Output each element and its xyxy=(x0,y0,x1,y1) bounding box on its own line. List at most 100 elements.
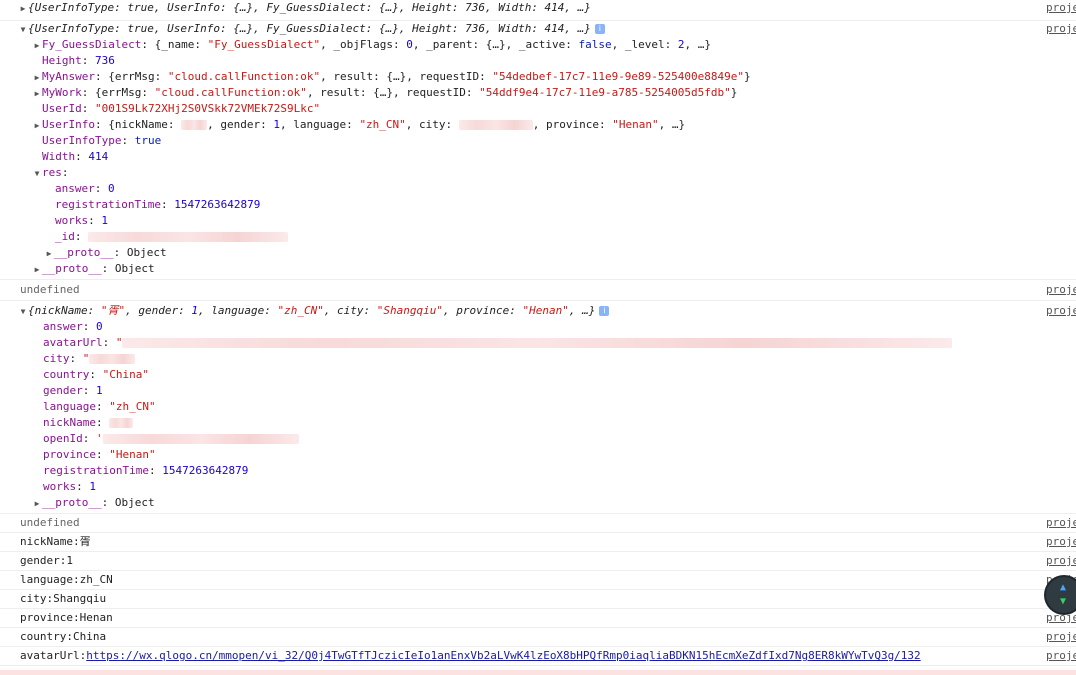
property-key: MyAnswer xyxy=(42,70,95,83)
object-summary-line[interactable]: ▼ {nickName: "胥", gender: 1, language: "z… xyxy=(0,303,1076,319)
string-value: "54ddf9e4-17c7-11e9-a785-5254005d5fdb" xyxy=(479,86,731,99)
property-key: answer xyxy=(55,182,95,195)
property-key: answer xyxy=(43,320,83,333)
string-value: "China" xyxy=(102,368,149,381)
property-userid: UserId: "001S9Lk72XHj2S0VSkk72VMEk72S9Lk… xyxy=(42,102,321,115)
expanded-triangle-icon[interactable]: ▼ xyxy=(18,22,28,38)
console-message: ▼ {UserInfoType: true, UserInfo: {…}, Fy_… xyxy=(0,21,1076,280)
property-res-answer: answer: 0 xyxy=(55,182,115,195)
property-userinfotype: UserInfoType: true xyxy=(42,134,162,147)
string-value: "cloud.callFunction:ok" xyxy=(154,86,307,99)
source-link[interactable]: proje xyxy=(1046,303,1076,319)
avatar-url-link[interactable]: https://wx.qlogo.cn/mmopen/vi_32/Q0j4TwG… xyxy=(86,649,920,662)
property-proto[interactable]: ▶ __proto__: Object xyxy=(0,261,1076,277)
property-key: UserInfoType xyxy=(42,134,122,147)
property-res-registrationtime: registrationTime: 1547263642879 xyxy=(55,198,261,211)
collapsed-triangle-icon[interactable]: ▶ xyxy=(18,1,28,17)
source-link[interactable]: proje xyxy=(1046,534,1076,550)
error-row-edge xyxy=(0,670,1076,675)
property-key: country xyxy=(43,368,90,381)
string-value: "001S9Lk72XHj2S0VSkk72VMEk72S9Lkc" xyxy=(95,102,321,115)
return-value-line: undefined proje xyxy=(0,280,1076,300)
property-key: Height xyxy=(42,54,82,67)
text-fragment: , …} xyxy=(568,304,596,317)
number-value: 1 xyxy=(273,118,280,131)
property-res-id: _id: xyxy=(0,229,1076,245)
info-icon[interactable]: i xyxy=(599,306,610,316)
undefined-text: undefined xyxy=(20,516,80,529)
text-fragment: , province: xyxy=(443,304,523,317)
expanded-triangle-icon[interactable]: ▼ xyxy=(32,166,42,182)
source-link[interactable]: proje xyxy=(1046,282,1076,298)
string-value: "zh_CN" xyxy=(277,304,324,317)
text-fragment: , result: {…}, requestID: xyxy=(306,86,480,99)
log-line: gender:1 proje xyxy=(0,552,1076,570)
console-message: ▼ {nickName: "胥", gender: 1, language: "z… xyxy=(0,303,1076,514)
number-value: 0 xyxy=(96,320,103,333)
console-panel: ▶ {UserInfoType: true, UserInfo: {…}, Fy_… xyxy=(0,0,1076,675)
property-myanswer[interactable]: ▶ MyAnswer: {errMsg: "cloud.callFunction:… xyxy=(0,69,1076,85)
expanded-triangle-icon[interactable]: ▼ xyxy=(18,304,28,320)
collapsed-triangle-icon[interactable]: ▶ xyxy=(32,496,42,512)
text-fragment: , city: xyxy=(323,304,377,317)
source-link[interactable]: proje xyxy=(1046,629,1076,645)
string-value: "54dedbef-17c7-11e9-9e89-525400e8849e" xyxy=(492,70,745,83)
collapsed-triangle-icon[interactable]: ▶ xyxy=(32,118,42,134)
object-summary-line[interactable]: ▼ {UserInfoType: true, UserInfo: {…}, Fy_… xyxy=(0,21,1076,37)
property-key: works xyxy=(43,480,77,493)
string-value: "Shangqiu" xyxy=(376,304,444,317)
console-message: avatarUrl:https://wx.qlogo.cn/mmopen/vi_… xyxy=(0,647,1076,666)
redacted-value xyxy=(88,232,289,242)
object-summary[interactable]: {UserInfoType: true, UserInfo: {…}, Fy_G… xyxy=(28,22,591,35)
redacted-value xyxy=(102,434,299,444)
property-key: __proto__ xyxy=(42,262,102,275)
log-line: nickName:胥 proje xyxy=(0,533,1076,551)
type-value: Object xyxy=(126,246,167,259)
property-res[interactable]: ▼ res: xyxy=(0,165,1076,181)
log-text: province:Henan xyxy=(20,611,113,624)
property-fy-guessdialect[interactable]: ▶ Fy_GuessDialect: {_name: "Fy_GuessDiale… xyxy=(0,37,1076,53)
collapsed-triangle-icon[interactable]: ▶ xyxy=(32,262,42,278)
number-value: 0 xyxy=(108,182,115,195)
source-link[interactable]: proje xyxy=(1046,515,1076,531)
source-link[interactable]: proje xyxy=(1046,21,1076,37)
string-value: ' xyxy=(96,432,103,445)
property-userinfo[interactable]: ▶ UserInfo: {nickName: , gender: 1, langu… xyxy=(0,117,1076,133)
source-link[interactable]: proje xyxy=(1046,553,1076,569)
string-value: "Fy_GuessDialect" xyxy=(207,38,321,51)
collapsed-triangle-icon[interactable]: ▶ xyxy=(32,70,42,86)
scroll-up-icon[interactable]: ▲ xyxy=(1060,582,1066,593)
object-summary[interactable]: {UserInfoType: true, UserInfo: {…}, Fy_G… xyxy=(28,1,591,14)
property-key: __proto__ xyxy=(42,496,102,509)
object-summary-line[interactable]: ▶ {UserInfoType: true, UserInfo: {…}, Fy_… xyxy=(0,0,1076,16)
source-link[interactable]: proje xyxy=(1046,0,1076,16)
text-fragment: {nickName: xyxy=(28,304,101,317)
scroll-arrows-icon[interactable]: ▲ ▼ xyxy=(1046,577,1076,613)
collapsed-triangle-icon[interactable]: ▶ xyxy=(32,86,42,102)
log-text: nickName:胥 xyxy=(20,535,91,548)
log-text: city:Shangqiu xyxy=(20,592,107,605)
property-key: MyWork xyxy=(42,86,82,99)
log-line: language:zh_CN proje xyxy=(0,571,1076,589)
info-icon[interactable]: i xyxy=(594,24,605,34)
source-link[interactable]: proje xyxy=(1046,648,1076,664)
console-message: province:Henan proje xyxy=(0,609,1076,628)
property-avatarurl: avatarUrl: " xyxy=(0,335,1076,351)
string-value: "zh_CN" xyxy=(109,400,156,413)
scroll-down-icon[interactable]: ▼ xyxy=(1060,596,1066,607)
string-value: "zh_CN" xyxy=(359,118,406,131)
property-res-proto[interactable]: ▶ __proto__: Object xyxy=(0,245,1076,261)
collapsed-triangle-icon[interactable]: ▶ xyxy=(44,246,54,262)
property-answer: answer: 0 xyxy=(43,320,103,333)
property-mywork[interactable]: ▶ MyWork: {errMsg: "cloud.callFunction:ok… xyxy=(0,85,1076,101)
property-key: res xyxy=(42,166,62,179)
number-value: 1547263642879 xyxy=(174,198,261,211)
string-value: " xyxy=(115,336,123,349)
property-key: avatarUrl xyxy=(43,336,103,349)
log-line: avatarUrl:https://wx.qlogo.cn/mmopen/vi_… xyxy=(0,647,1076,665)
property-key: UserInfo xyxy=(42,118,95,131)
collapsed-triangle-icon[interactable]: ▶ xyxy=(32,38,42,54)
string-value: "cloud.callFunction:ok" xyxy=(167,70,321,83)
property-proto[interactable]: ▶ __proto__: Object xyxy=(0,495,1076,511)
property-key: _id xyxy=(55,230,75,243)
